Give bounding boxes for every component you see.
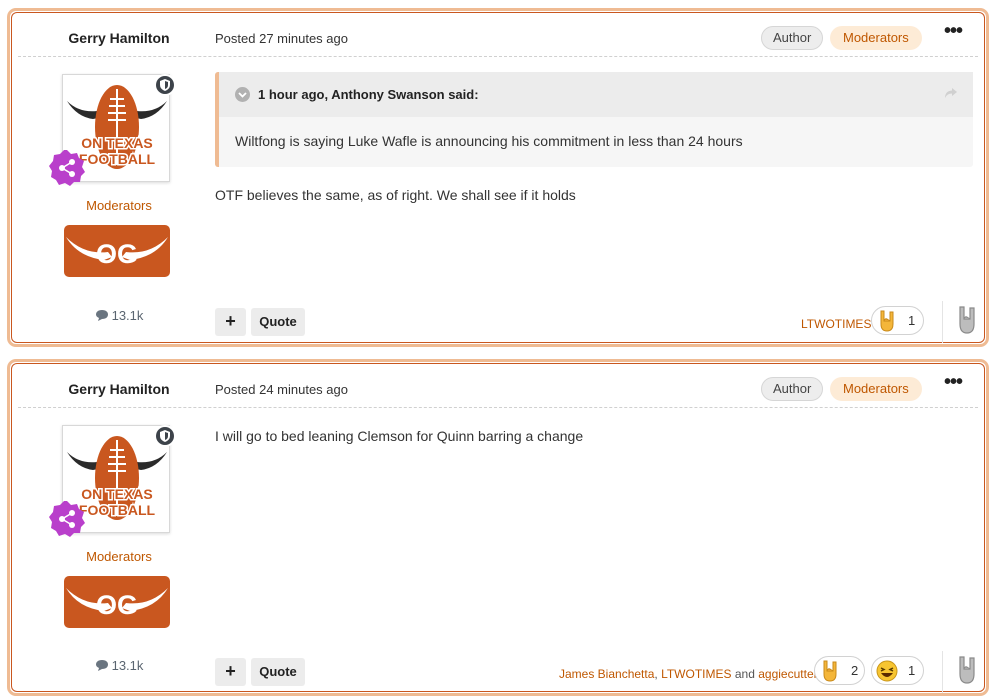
reactors-list: LTWOTIMES [801,317,871,331]
react-horns-icon[interactable] [954,304,980,336]
group-badge: Moderators [830,377,922,401]
multiquote-add-button[interactable]: + [215,658,246,686]
post-count[interactable]: 13.1k [64,658,174,674]
quote-block: 1 hour ago, Anthony Swanson said: Wiltfo… [215,72,973,167]
avatar-text-line2: FOOTBALL [79,502,156,518]
og-badge-text: OG [96,590,138,620]
author-badge: Author [761,377,824,401]
quote-citation-text: 1 hour ago, Anthony Swanson said: [258,87,479,102]
member-group-label: Moderators [86,549,152,564]
rank-star-icon [48,500,86,538]
og-award-badge: OG [64,225,170,277]
reactor-link[interactable]: LTWOTIMES [661,667,731,681]
reaction-pill[interactable]: 2 [814,656,865,685]
author-badge: Author [761,26,824,50]
rank-star-icon [48,149,86,187]
horns-icon [823,660,837,682]
member-group-label: Moderators [86,198,152,213]
avatar-text-line1: ON TEXAS [81,486,153,502]
quote-citation: 1 hour ago, Anthony Swanson said: [219,72,973,117]
header-divider [18,407,978,408]
reaction-count: 2 [851,663,859,678]
og-badge-text: OG [96,239,138,269]
horns-icon [880,310,894,332]
quote-button[interactable]: Quote [251,308,305,336]
comment-icon [95,309,109,324]
moderator-shield-icon [154,74,176,96]
post-body: I will go to bed leaning Clemson for Qui… [215,428,584,444]
author-name-link[interactable]: Gerry Hamilton [64,381,174,397]
laughing-face-icon [876,660,898,681]
reactors-list: James Bianchetta, LTWOTIMES and aggiecut… [559,667,818,681]
header-divider [18,56,978,57]
more-options-icon[interactable]: ••• [940,21,966,44]
avatar-text-line2: FOOTBALL [79,151,156,167]
reaction-divider [942,651,943,693]
post-frame: Gerry Hamilton Posted 27 minutes ago Aut… [11,12,985,343]
quote-button[interactable]: Quote [251,658,305,686]
author-name-link[interactable]: Gerry Hamilton [64,30,174,46]
reaction-count: 1 [908,663,916,678]
group-badge: Moderators [830,26,922,50]
moderator-shield-icon [154,425,176,447]
reactor-link[interactable]: James Bianchetta [559,667,654,681]
post-body: OTF believes the same, as of right. We s… [215,187,576,203]
quote-text: Wiltfong is saying Luke Wafle is announc… [235,133,743,149]
forum-post: Gerry Hamilton Posted 24 minutes ago Aut… [7,359,989,696]
reaction-count: 1 [908,313,916,328]
chevron-down-icon[interactable] [235,87,250,102]
reactor-link[interactable]: LTWOTIMES [801,317,871,331]
reaction-pill[interactable]: 1 [871,656,924,685]
comment-icon [95,659,109,674]
post-date[interactable]: Posted 27 minutes ago [215,31,348,46]
post-count[interactable]: 13.1k [64,308,174,324]
reactor-link[interactable]: aggiecutter [758,667,817,681]
reactors-joiner: and [734,667,755,681]
post-frame: Gerry Hamilton Posted 24 minutes ago Aut… [11,363,985,693]
forum-post: Gerry Hamilton Posted 27 minutes ago Aut… [7,8,989,347]
more-options-icon[interactable]: ••• [940,372,966,395]
multiquote-add-button[interactable]: + [215,308,246,336]
share-arrow-icon[interactable] [944,86,958,104]
og-award-badge: OG [64,576,170,628]
reaction-divider [942,301,943,343]
reaction-pill[interactable]: 1 [871,306,924,335]
react-horns-icon[interactable] [954,654,980,686]
post-date[interactable]: Posted 24 minutes ago [215,382,348,397]
avatar-text-line1: ON TEXAS [81,135,153,151]
